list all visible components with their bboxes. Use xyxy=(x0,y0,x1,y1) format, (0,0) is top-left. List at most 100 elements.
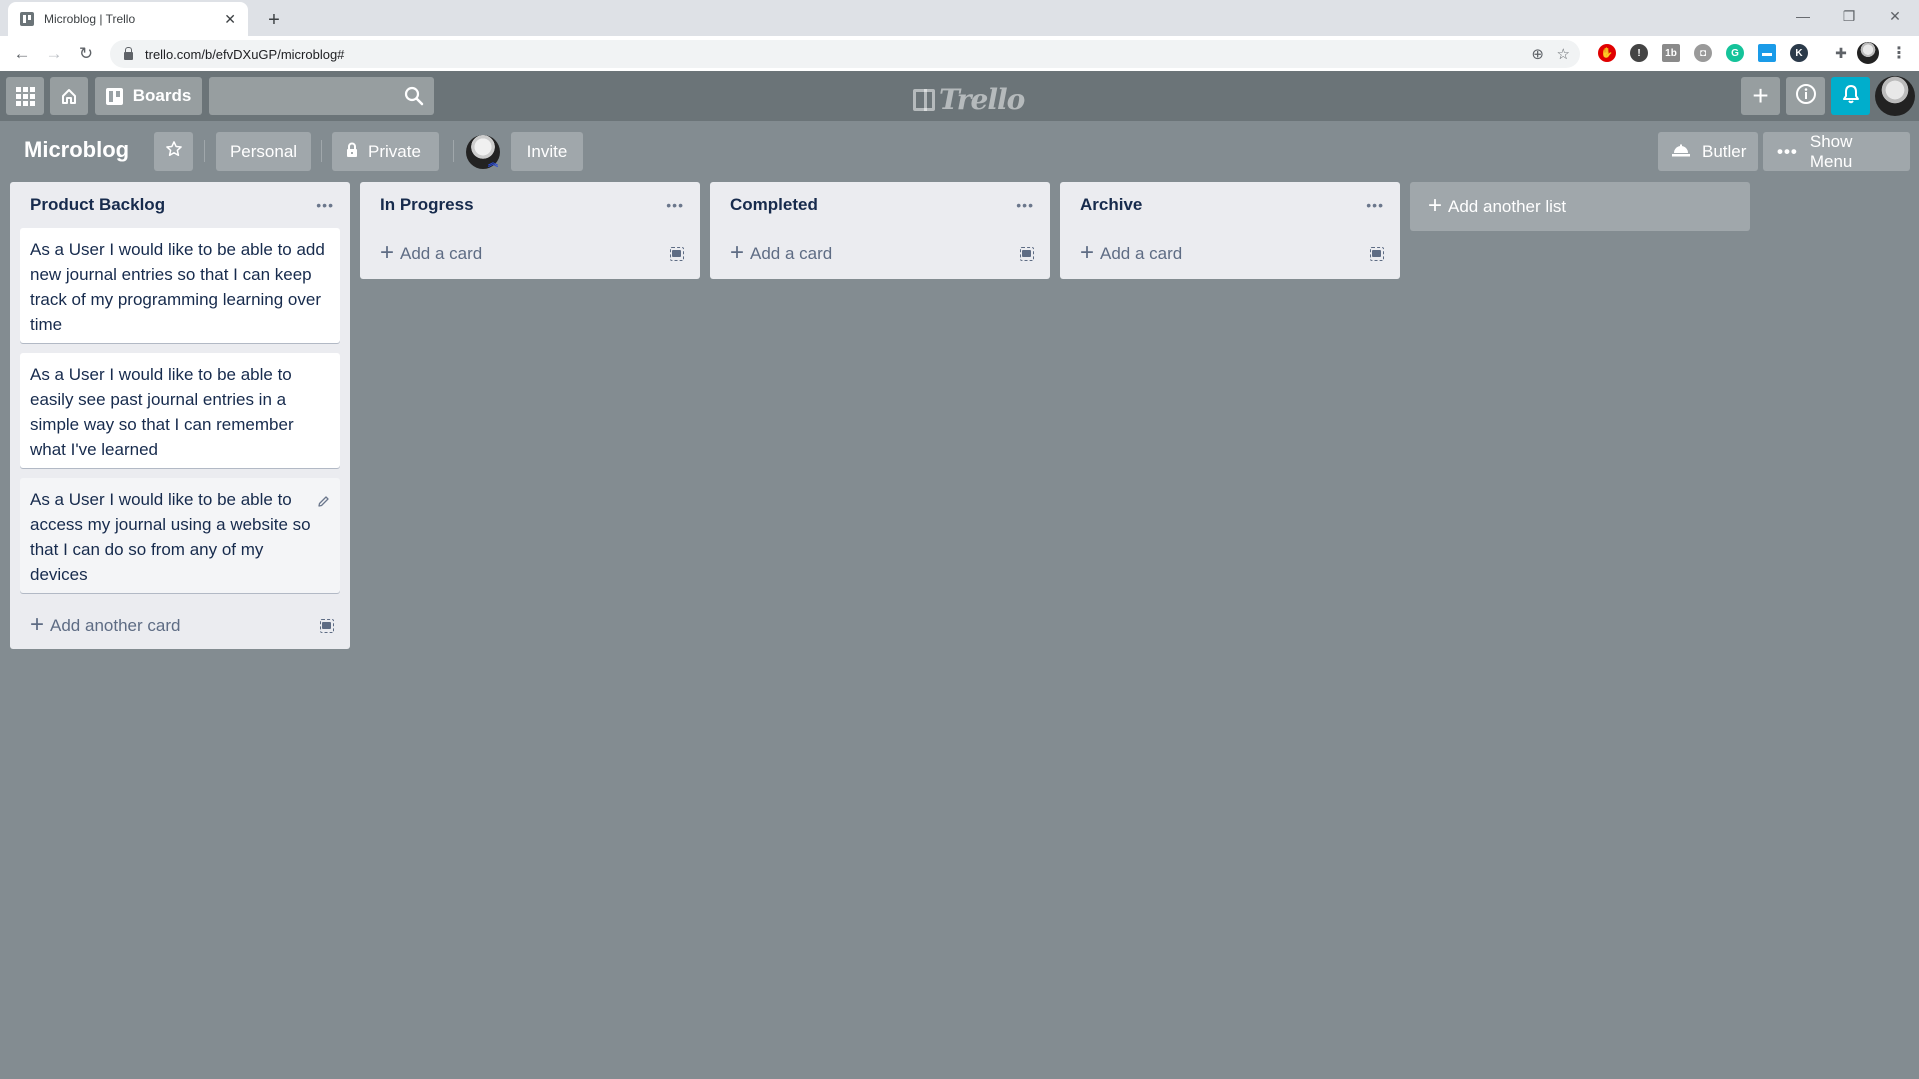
apps-grid-icon xyxy=(15,86,35,106)
list-menu-icon[interactable]: ••• xyxy=(666,197,684,213)
plus-icon: + xyxy=(730,238,745,266)
trello-header: Boards Trello + xyxy=(0,71,1919,121)
star-icon xyxy=(165,140,183,163)
trello-logo-icon xyxy=(913,88,935,111)
search-icon[interactable] xyxy=(404,86,424,111)
folder-extension-icon[interactable]: ▬ xyxy=(1758,44,1776,62)
add-card-label: Add a card xyxy=(400,243,483,263)
trello-logo[interactable]: Trello xyxy=(913,83,1025,116)
list-menu-icon[interactable]: ••• xyxy=(1016,197,1034,213)
card[interactable]: As a User I would like to be able to add… xyxy=(20,228,340,343)
address-bar[interactable]: trello.com/b/efvDXuGP/microblog# ⊕ ☆ xyxy=(110,40,1580,68)
add-card-label: Add a card xyxy=(1100,243,1183,263)
add-card-label: Add another card xyxy=(50,616,181,635)
divider xyxy=(204,140,205,162)
list-completed: Completed ••• + Add a card xyxy=(710,182,1050,279)
add-list-button[interactable]: + Add another list xyxy=(1410,182,1750,231)
chrome-menu-icon[interactable]: ⋮ xyxy=(1890,44,1908,62)
plus-icon: + xyxy=(1752,80,1769,111)
list-archive: Archive ••• + Add a card xyxy=(1060,182,1400,279)
card-template-icon[interactable] xyxy=(1370,246,1384,261)
adblock-icon[interactable]: ✋ xyxy=(1598,44,1616,62)
trello-favicon-icon xyxy=(20,12,34,26)
member-avatar[interactable] xyxy=(1875,76,1915,116)
url-text: trello.com/b/efvDXuGP/microblog# xyxy=(145,46,345,62)
pencil-edit-icon[interactable] xyxy=(317,490,330,515)
forward-button[interactable]: → xyxy=(40,40,68,68)
add-card-button[interactable]: + Add a card xyxy=(360,228,700,279)
apps-button[interactable] xyxy=(6,77,44,115)
privacy-label: Private xyxy=(368,141,421,161)
search-input[interactable] xyxy=(209,77,434,115)
minimize-button[interactable]: — xyxy=(1780,4,1826,28)
new-tab-button[interactable]: + xyxy=(260,6,288,34)
add-card-button[interactable]: + Add another card xyxy=(10,603,350,649)
list-header[interactable]: In Progress ••• xyxy=(360,182,700,228)
card-template-icon[interactable] xyxy=(320,619,334,633)
chrome-profile-avatar[interactable] xyxy=(1857,42,1879,64)
browser-tab[interactable]: Microblog | Trello ✕ xyxy=(8,2,248,36)
list-product-backlog: Product Backlog ••• As a User I would li… xyxy=(10,182,350,649)
info-button[interactable] xyxy=(1786,77,1825,115)
list-header[interactable]: Product Backlog ••• xyxy=(10,182,350,228)
boards-button[interactable]: Boards xyxy=(95,77,202,115)
board-header: Microblog Personal Private ︽ Invite Butl… xyxy=(0,121,1919,182)
search-box[interactable] xyxy=(209,77,434,115)
card-title: As a User I would like to be able to add… xyxy=(30,240,325,334)
close-window-button[interactable]: ✕ xyxy=(1872,4,1918,28)
card-template-icon[interactable] xyxy=(670,246,684,261)
toby-icon[interactable]: 1b xyxy=(1662,44,1680,62)
butler-button[interactable]: Butler xyxy=(1658,132,1758,171)
list-title[interactable]: Archive xyxy=(1080,195,1142,215)
restore-button[interactable]: ❐ xyxy=(1826,4,1872,28)
add-card-button[interactable]: + Add a card xyxy=(710,228,1050,279)
divider xyxy=(321,140,322,162)
star-board-button[interactable] xyxy=(154,132,193,171)
lock-icon xyxy=(124,46,133,60)
plus-icon: + xyxy=(1080,238,1095,266)
browser-tab-strip: Microblog | Trello ✕ + — ❐ ✕ xyxy=(0,0,1919,36)
home-button[interactable] xyxy=(50,77,88,115)
puzzle-extensions-icon[interactable]: ✚ xyxy=(1832,44,1850,62)
reload-button[interactable]: ↻ xyxy=(72,40,100,68)
board-title[interactable]: Microblog xyxy=(24,137,129,163)
list-title[interactable]: Product Backlog xyxy=(30,195,165,215)
k-extension-icon[interactable]: K xyxy=(1790,44,1808,62)
team-visibility-button[interactable]: Personal xyxy=(216,132,311,171)
zoom-icon[interactable]: ⊕ xyxy=(1531,40,1544,68)
close-tab-icon[interactable]: ✕ xyxy=(224,11,236,28)
list-menu-icon[interactable]: ••• xyxy=(1366,197,1384,213)
camera-icon[interactable]: ◘ xyxy=(1694,44,1712,62)
list-menu-icon[interactable]: ••• xyxy=(316,197,334,213)
add-card-button[interactable]: + Add a card xyxy=(1060,228,1400,279)
card-template-icon[interactable] xyxy=(1020,246,1034,261)
info-icon xyxy=(1795,83,1817,110)
back-button[interactable]: ← xyxy=(8,40,36,68)
browser-toolbar: ← → ↻ trello.com/b/efvDXuGP/microblog# ⊕… xyxy=(0,36,1919,71)
butler-label: Butler xyxy=(1702,141,1747,161)
admin-chevron-icon: ︽ xyxy=(488,158,498,169)
1password-icon[interactable]: ! xyxy=(1630,44,1648,62)
divider xyxy=(453,140,454,162)
list-title[interactable]: In Progress xyxy=(380,195,474,215)
add-list-label: Add another list xyxy=(1448,196,1567,216)
create-button[interactable]: + xyxy=(1741,77,1780,115)
bookmark-star-icon[interactable]: ☆ xyxy=(1557,40,1570,68)
show-menu-button[interactable]: ••• Show Menu xyxy=(1763,132,1910,171)
add-card-label: Add a card xyxy=(750,243,833,263)
more-icon: ••• xyxy=(1777,141,1798,161)
invite-button[interactable]: Invite xyxy=(511,132,583,171)
plus-icon: + xyxy=(1428,191,1443,219)
board-icon xyxy=(105,87,123,105)
card-title: As a User I would like to be able to acc… xyxy=(30,490,311,584)
list-header[interactable]: Archive ••• xyxy=(1060,182,1400,228)
plus-icon: + xyxy=(30,611,45,638)
notifications-button[interactable] xyxy=(1831,77,1870,115)
grammarly-icon[interactable]: G xyxy=(1726,44,1744,62)
card[interactable]: As a User I would like to be able to acc… xyxy=(20,478,340,593)
list-title[interactable]: Completed xyxy=(730,195,818,215)
list-header[interactable]: Completed ••• xyxy=(710,182,1050,228)
card[interactable]: As a User I would like to be able to eas… xyxy=(20,353,340,468)
tab-title: Microblog | Trello xyxy=(44,12,136,26)
privacy-button[interactable]: Private xyxy=(332,132,439,171)
